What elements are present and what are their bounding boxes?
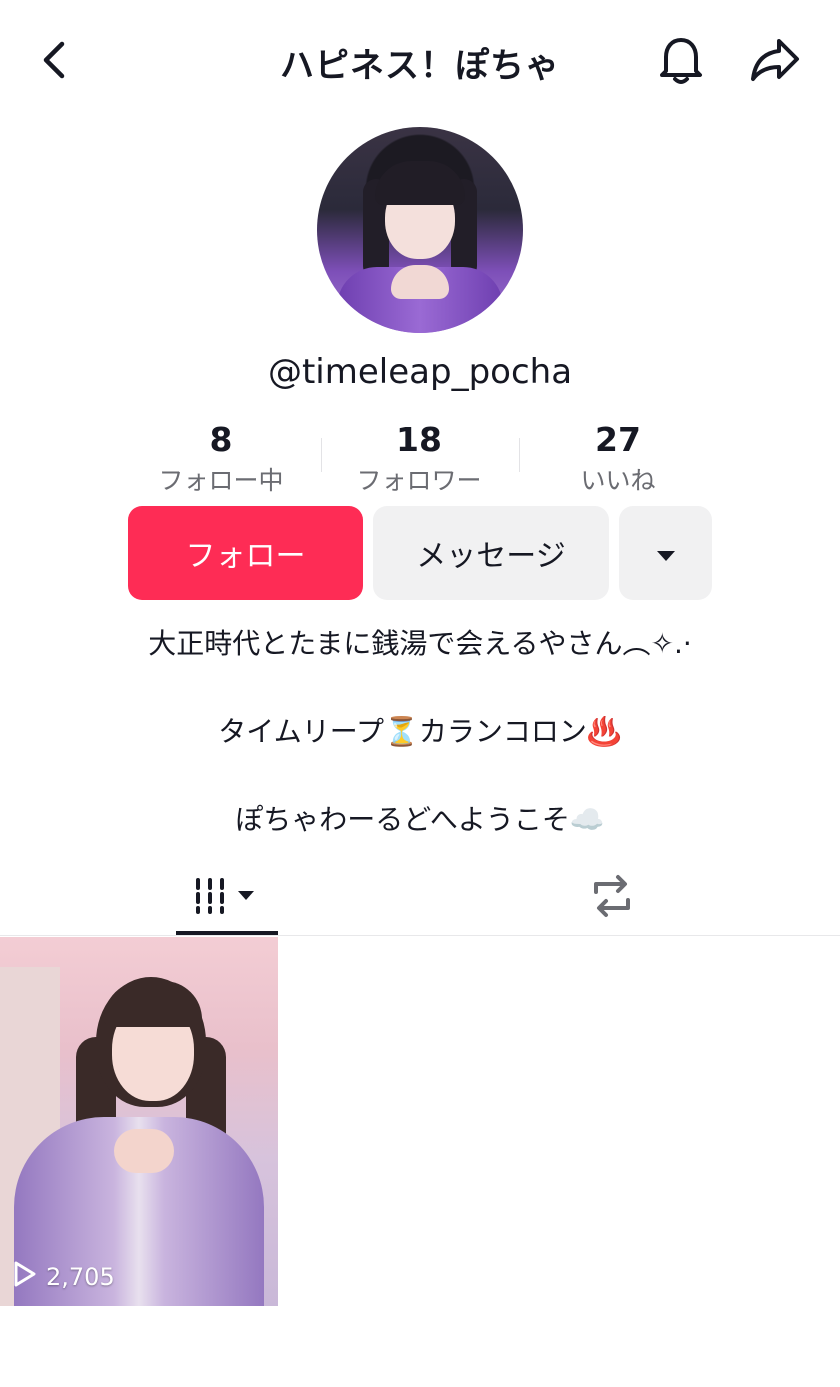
bell-icon <box>658 35 704 89</box>
video-thumbnail[interactable]: 2,705 <box>0 937 278 1306</box>
repost-icon <box>588 874 636 922</box>
play-icon <box>12 1260 38 1294</box>
stat-label: フォロー中 <box>158 466 284 495</box>
video-view-count: 2,705 <box>12 1260 115 1294</box>
bio-line: 大正時代とたまに銭湯で会えるやさん︵✧.· <box>148 627 692 660</box>
page-title: ハピネス！ぽちゃ <box>280 46 560 86</box>
caret-down-icon <box>656 536 676 571</box>
stat-likes[interactable]: 27 いいね <box>519 418 717 500</box>
stat-value: 27 <box>595 420 641 459</box>
message-button[interactable]: メッセージ <box>373 506 609 600</box>
top-bar: ハピネス！ぽちゃ <box>0 0 840 120</box>
more-options-button[interactable] <box>619 506 712 600</box>
profile-page: ハピネス！ぽちゃ @timeleap_pocha 8 フォロー中 18 フォロワ… <box>0 0 840 1387</box>
follow-button[interactable]: フォロー <box>128 506 363 600</box>
stat-label: フォロワー <box>356 466 482 495</box>
profile-avatar[interactable] <box>317 127 523 333</box>
stat-value: 18 <box>396 420 442 459</box>
tab-videos[interactable] <box>176 860 278 936</box>
tab-reposts[interactable] <box>560 860 664 936</box>
content-tabs <box>0 860 840 936</box>
profile-username: @timeleap_pocha <box>267 352 573 392</box>
share-button[interactable] <box>746 34 804 90</box>
grid-bars-icon <box>194 876 260 920</box>
stat-value: 8 <box>209 420 233 459</box>
share-arrow-icon <box>749 37 801 87</box>
stat-following[interactable]: 8 フォロー中 <box>122 418 320 500</box>
notifications-button[interactable] <box>654 34 708 90</box>
profile-stats: 8 フォロー中 18 フォロワー 27 いいね <box>122 418 718 498</box>
stat-label: いいね <box>580 466 656 495</box>
view-count-text: 2,705 <box>46 1263 115 1291</box>
stat-followers[interactable]: 18 フォロワー <box>320 418 518 500</box>
bio-line: ぽちゃわーるどへようこそ☁️ <box>235 803 605 836</box>
bio-line: タイムリープ⏳カランコロン♨️ <box>218 715 622 748</box>
active-tab-indicator <box>176 931 278 935</box>
